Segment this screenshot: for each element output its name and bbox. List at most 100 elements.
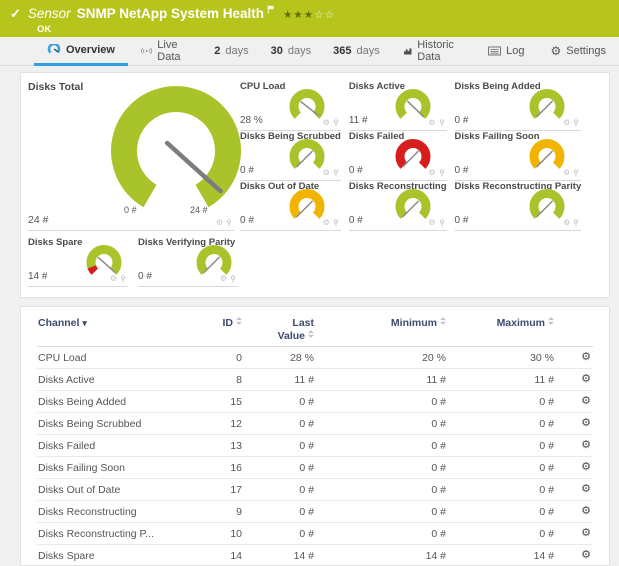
channel-name[interactable]: Disks Being Scrubbed bbox=[37, 418, 187, 430]
tab-log[interactable]: Log bbox=[475, 37, 537, 65]
channel-name[interactable]: Disks Active bbox=[37, 374, 187, 386]
gauge-dial bbox=[391, 88, 435, 122]
gear-icon[interactable]: ⚙ bbox=[428, 219, 435, 227]
gauge-value: 0 # bbox=[349, 215, 363, 226]
channel-name[interactable]: Disks Out of Date bbox=[37, 484, 187, 496]
table-header-row: Channel▾ ID LastValue Minimum Maximum bbox=[37, 317, 593, 347]
gear-icon[interactable]: ⚙ bbox=[323, 119, 330, 127]
column-header-channel[interactable]: Channel▾ bbox=[37, 317, 187, 329]
channel-name[interactable]: Disks Failed bbox=[37, 440, 187, 452]
channel-maximum: 0 # bbox=[446, 528, 554, 540]
gear-icon[interactable]: ⚙ bbox=[323, 219, 330, 227]
sort-icon bbox=[308, 330, 314, 338]
tab-historic-data[interactable]: Historic Data bbox=[391, 37, 475, 65]
gear-icon[interactable]: ⚙ bbox=[563, 219, 570, 227]
pin-icon[interactable] bbox=[573, 169, 579, 177]
channel-settings-icon[interactable]: ⚙ bbox=[581, 396, 591, 407]
pin-icon[interactable] bbox=[333, 219, 339, 227]
channel-last-value: 0 # bbox=[242, 440, 314, 452]
channel-id: 13 bbox=[187, 440, 242, 452]
table-row: CPU Load 0 28 % 20 % 30 % ⚙ bbox=[37, 347, 593, 369]
channel-settings-icon[interactable]: ⚙ bbox=[581, 484, 591, 495]
gauge-value: 0 # bbox=[138, 271, 152, 282]
gear-icon[interactable]: ⚙ bbox=[323, 169, 330, 177]
channel-minimum: 14 # bbox=[314, 550, 446, 562]
table-row: Disks Being Scrubbed 12 0 # 0 # 0 # ⚙ bbox=[37, 413, 593, 435]
channel-name[interactable]: Disks Spare bbox=[37, 550, 187, 562]
channel-settings-icon[interactable]: ⚙ bbox=[581, 418, 591, 429]
gauge-cell-disks-failed: Disks Failed 0 # ⚙ bbox=[349, 131, 447, 181]
tab-days-number: 30 bbox=[271, 45, 283, 57]
gauge-dial bbox=[525, 138, 569, 172]
gauge-cell-disks-being-added: Disks Being Added 0 # ⚙ bbox=[455, 81, 582, 131]
pin-icon[interactable] bbox=[573, 219, 579, 227]
tab-days-suffix: days bbox=[225, 45, 248, 57]
channel-id: 16 bbox=[187, 462, 242, 474]
table-row: Disks Spare 14 14 # 14 # 14 # ⚙ bbox=[37, 545, 593, 566]
channel-name[interactable]: Disks Being Added bbox=[37, 396, 187, 408]
pin-icon[interactable] bbox=[573, 119, 579, 127]
gauge-dial bbox=[101, 85, 251, 209]
channel-minimum: 0 # bbox=[314, 418, 446, 430]
tab-settings[interactable]: ⚙ Settings bbox=[537, 37, 619, 65]
channel-minimum: 0 # bbox=[314, 440, 446, 452]
channel-table-panel: Channel▾ ID LastValue Minimum Maximum CP… bbox=[20, 306, 610, 566]
tab-30-days[interactable]: 30days bbox=[260, 37, 323, 65]
gauge-dial bbox=[285, 138, 329, 172]
gauge-value: 11 # bbox=[349, 115, 368, 126]
object-kind-label: Sensor bbox=[28, 6, 71, 21]
gauge-dial bbox=[285, 188, 329, 222]
pin-icon[interactable] bbox=[439, 119, 445, 127]
pin-icon[interactable] bbox=[439, 169, 445, 177]
table-row: Disks Being Added 15 0 # 0 # 0 # ⚙ bbox=[37, 391, 593, 413]
channel-name[interactable]: Disks Failing Soon bbox=[37, 462, 187, 474]
channel-settings-icon[interactable]: ⚙ bbox=[581, 528, 591, 539]
channel-maximum: 0 # bbox=[446, 484, 554, 496]
gauge-cell-disks-being-scrubbed: Disks Being Scrubbed 0 # ⚙ bbox=[240, 131, 341, 181]
channel-minimum: 11 # bbox=[314, 374, 446, 386]
channel-name[interactable]: CPU Load bbox=[37, 352, 187, 364]
channel-settings-icon[interactable]: ⚙ bbox=[581, 440, 591, 451]
gear-icon[interactable]: ⚙ bbox=[563, 169, 570, 177]
channel-last-value: 0 # bbox=[242, 396, 314, 408]
channel-settings-icon[interactable]: ⚙ bbox=[581, 352, 591, 363]
pin-icon[interactable] bbox=[439, 219, 445, 227]
gear-icon[interactable]: ⚙ bbox=[428, 169, 435, 177]
gauge-value: 28 % bbox=[240, 115, 263, 126]
pin-icon[interactable] bbox=[333, 119, 339, 127]
gear-icon[interactable]: ⚙ bbox=[563, 119, 570, 127]
channel-settings-icon[interactable]: ⚙ bbox=[581, 506, 591, 517]
pin-icon[interactable] bbox=[226, 219, 232, 227]
gear-icon[interactable]: ⚙ bbox=[428, 119, 435, 127]
channel-settings-icon[interactable]: ⚙ bbox=[581, 550, 591, 561]
tab-live-data[interactable]: Live Data bbox=[128, 37, 203, 65]
tab-365-days[interactable]: 365days bbox=[322, 37, 391, 65]
channel-name[interactable]: Disks Reconstructing bbox=[37, 506, 187, 518]
channel-settings-icon[interactable]: ⚙ bbox=[581, 462, 591, 473]
channel-id: 8 bbox=[187, 374, 242, 386]
column-header-minimum[interactable]: Minimum bbox=[314, 317, 446, 329]
tab-overview[interactable]: Overview bbox=[34, 37, 128, 66]
gear-icon[interactable]: ⚙ bbox=[110, 275, 117, 283]
column-header-last-value[interactable]: LastValue bbox=[242, 317, 314, 343]
pin-icon[interactable] bbox=[333, 169, 339, 177]
gear-icon[interactable]: ⚙ bbox=[220, 275, 227, 283]
channel-last-value: 0 # bbox=[242, 528, 314, 540]
pin-icon[interactable] bbox=[120, 275, 126, 283]
pin-icon[interactable] bbox=[230, 275, 236, 283]
column-header-id[interactable]: ID bbox=[187, 317, 242, 329]
broadcast-icon bbox=[141, 46, 152, 56]
priority-stars[interactable]: ★★★☆☆ bbox=[283, 9, 335, 21]
tab-days-suffix: days bbox=[356, 45, 379, 57]
tab-2-days[interactable]: 2days bbox=[203, 37, 259, 65]
gauge-dial bbox=[192, 244, 236, 278]
priority-flag-icon[interactable] bbox=[267, 1, 275, 19]
column-header-maximum[interactable]: Maximum bbox=[446, 317, 554, 329]
channel-settings-icon[interactable]: ⚙ bbox=[581, 374, 591, 385]
gauge-arc bbox=[400, 143, 426, 165]
channel-last-value: 0 # bbox=[242, 484, 314, 496]
gauge-bottom-row: Disks Spare 14 # ⚙ Disks Verifying Parit… bbox=[28, 237, 609, 287]
gear-icon[interactable]: ⚙ bbox=[216, 219, 223, 227]
channel-name[interactable]: Disks Reconstructing P... bbox=[37, 528, 187, 540]
gauge-dial bbox=[391, 188, 435, 222]
